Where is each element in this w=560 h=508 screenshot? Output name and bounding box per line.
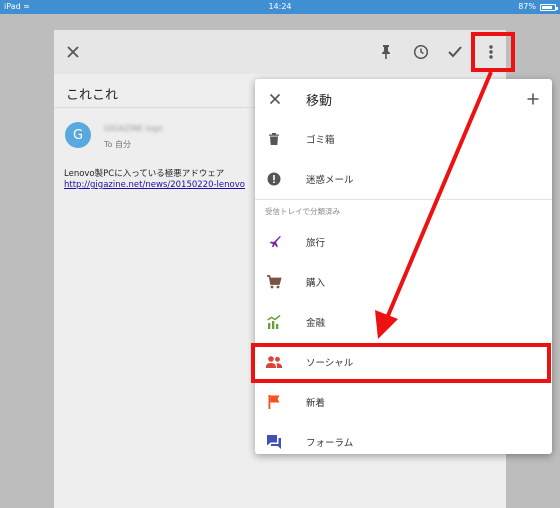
annotation-arrow-icon xyxy=(375,71,493,339)
